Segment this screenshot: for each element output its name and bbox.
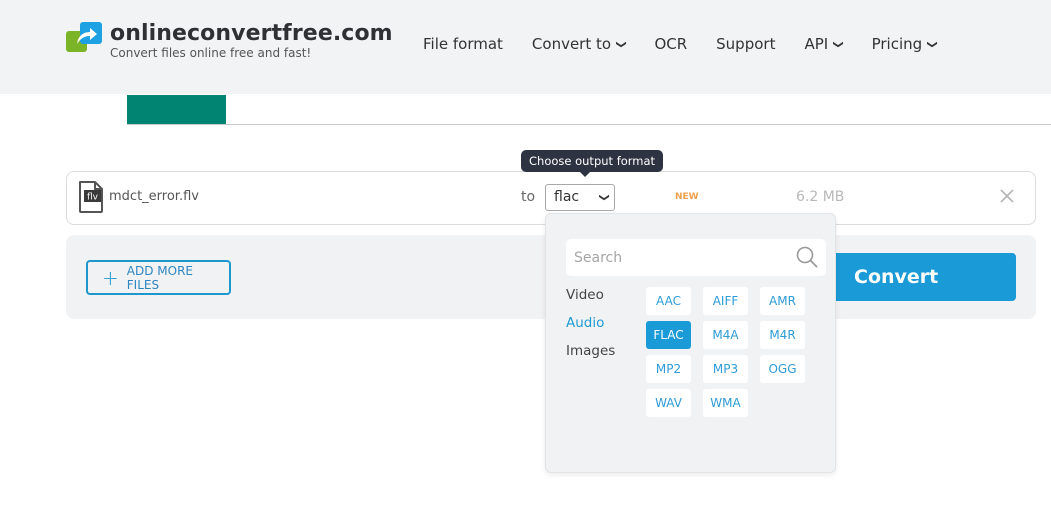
category-video[interactable]: Video xyxy=(566,286,615,314)
new-badge: NEW xyxy=(675,192,699,202)
nav-label: Support xyxy=(716,35,776,53)
file-name: mdct_error.flv xyxy=(109,189,199,204)
format-m4a[interactable]: M4A xyxy=(703,321,748,349)
nav-ocr[interactable]: OCR xyxy=(654,35,687,53)
nav-support[interactable]: Support xyxy=(716,35,775,53)
active-tab-indicator xyxy=(127,95,226,125)
divider xyxy=(127,124,1051,125)
logo-convert-icon xyxy=(66,22,104,52)
logo-title: onlineconvertfree.com xyxy=(110,21,393,46)
format-categories: Video Audio Images xyxy=(566,286,615,370)
chevron-down-icon: ❯ xyxy=(615,39,627,49)
format-m4r[interactable]: M4R xyxy=(760,321,805,349)
format-search-input[interactable] xyxy=(566,239,826,276)
nav-label: API xyxy=(804,35,829,53)
nav-convert-to[interactable]: Convert to ❯ xyxy=(531,35,627,53)
nav-label: File format xyxy=(423,35,503,53)
format-grid: AAC AIFF AMR FLAC M4A M4R MP2 MP3 OGG WA… xyxy=(646,287,805,417)
output-format-select[interactable]: flac ❯ xyxy=(545,184,615,211)
file-type-label: flv xyxy=(87,193,99,203)
add-more-files-button[interactable]: + ADD MORE FILES xyxy=(86,260,231,295)
chevron-down-icon: ❯ xyxy=(598,193,610,202)
nav-api[interactable]: API ❯ xyxy=(804,35,844,53)
format-ogg[interactable]: OGG xyxy=(760,355,805,383)
format-mp2[interactable]: MP2 xyxy=(646,355,691,383)
format-mp3[interactable]: MP3 xyxy=(703,355,748,383)
tooltip: Choose output format xyxy=(521,150,664,177)
plus-icon: + xyxy=(102,265,119,290)
format-wma[interactable]: WMA xyxy=(703,389,748,417)
format-search xyxy=(566,239,826,276)
category-audio[interactable]: Audio xyxy=(566,314,615,342)
to-label: to xyxy=(521,189,536,205)
format-amr[interactable]: AMR xyxy=(760,287,805,315)
format-wav[interactable]: WAV xyxy=(646,389,691,417)
chevron-down-icon: ❯ xyxy=(926,39,938,49)
selected-format: flac xyxy=(554,189,580,205)
file-icon: flv xyxy=(79,181,103,213)
nav-label: Pricing xyxy=(871,35,923,53)
format-dropdown: Video Audio Images AAC AIFF AMR FLAC M4A… xyxy=(545,213,836,473)
main-nav: File format Convert to ❯ OCR Support API ❯… xyxy=(423,35,966,53)
site-header: onlineconvertfree.com Convert files onli… xyxy=(0,0,1051,94)
logo[interactable]: onlineconvertfree.com Convert files onli… xyxy=(66,21,393,60)
format-flac[interactable]: FLAC xyxy=(646,321,691,349)
category-images[interactable]: Images xyxy=(566,342,615,370)
add-more-label: ADD MORE FILES xyxy=(126,263,193,292)
nav-pricing[interactable]: Pricing ❯ xyxy=(871,35,938,53)
logo-tagline: Convert files online free and fast! xyxy=(110,46,312,60)
close-icon[interactable] xyxy=(997,186,1017,206)
search-icon[interactable] xyxy=(796,246,818,268)
file-size: 6.2 MB xyxy=(796,189,845,205)
nav-label: OCR xyxy=(654,35,688,53)
convert-button[interactable]: Convert xyxy=(831,253,1016,301)
format-aiff[interactable]: AIFF xyxy=(703,287,748,315)
nav-label: Convert to xyxy=(531,35,612,53)
nav-file-format[interactable]: File format xyxy=(423,35,503,53)
chevron-down-icon: ❯ xyxy=(832,39,844,49)
format-aac[interactable]: AAC xyxy=(646,287,691,315)
